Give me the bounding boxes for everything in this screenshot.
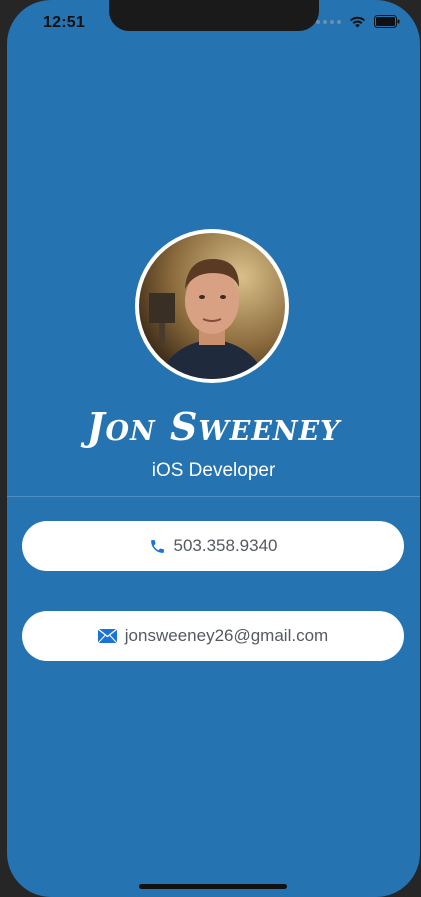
wifi-icon — [349, 15, 366, 28]
envelope-icon — [97, 629, 117, 643]
profile-photo-frame — [135, 229, 289, 383]
email-address: jonsweeney26@gmail.com — [124, 626, 329, 645]
home-indicator[interactable] — [139, 884, 287, 889]
app-screen: 12:51 Jon Sweeney iOS Developer 503.358.… — [7, 0, 420, 897]
battery-icon — [374, 15, 400, 28]
email-button[interactable]: jonsweeney26@gmail.com — [22, 611, 404, 661]
phone-number: 503.358.9340 — [173, 536, 278, 555]
profile-photo — [139, 233, 285, 379]
status-icons — [316, 15, 400, 28]
divider — [7, 496, 420, 497]
signal-dots-icon — [316, 19, 341, 24]
phone-button[interactable]: 503.358.9340 — [22, 521, 404, 571]
profile-role: iOS Developer — [151, 460, 276, 481]
device-notch — [109, 0, 319, 31]
profile-name: Jon Sweeney — [86, 404, 341, 449]
phone-icon — [149, 538, 166, 555]
status-time: 12:51 — [43, 14, 85, 31]
